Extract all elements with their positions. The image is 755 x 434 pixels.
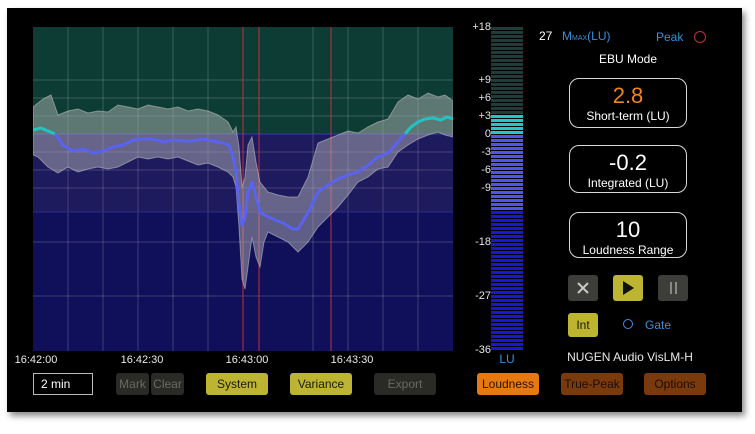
short-term-readout: 2.8 Short-term (LU) <box>569 78 687 128</box>
export-button[interactable]: Export <box>374 373 436 395</box>
integrated-label: Integrated (LU) <box>587 176 669 190</box>
scale-label: -3 <box>481 146 491 158</box>
gate-radio[interactable] <box>623 319 633 329</box>
integrated-readout: -0.2 Integrated (LU) <box>569 145 687 193</box>
int-button[interactable]: Int <box>568 313 598 337</box>
system-button[interactable]: System <box>206 373 268 395</box>
short-term-value: 2.8 <box>612 83 644 108</box>
options-tab[interactable]: Options <box>644 373 706 395</box>
max-momentary-label: MMAX(LU) <box>562 29 611 43</box>
product-name: NUGEN Audio VisLM-H <box>567 350 693 364</box>
true-peak-tab[interactable]: True-Peak <box>561 373 623 395</box>
play-icon <box>623 281 634 295</box>
variance-button[interactable]: Variance <box>290 373 352 395</box>
time-tick-label: 16:43:30 <box>330 354 374 366</box>
bar-unit-label: LU <box>499 352 515 366</box>
scale-label: 0 <box>484 128 491 140</box>
scale-label: +18 <box>472 21 491 33</box>
gate-label: Gate <box>645 318 672 332</box>
loudness-history-graph <box>33 27 453 351</box>
scale-label: -9 <box>481 182 491 194</box>
mark-button[interactable]: Mark <box>116 373 149 395</box>
scale-label: -6 <box>481 164 491 176</box>
loudness-range-readout: 10 Loudness Range <box>569 212 687 258</box>
integrated-value: -0.2 <box>609 150 647 175</box>
scale-label: +3 <box>478 110 491 122</box>
peak-indicator-icon[interactable] <box>694 31 706 43</box>
loudness-range-label: Loudness Range <box>582 243 674 257</box>
reset-button[interactable] <box>568 275 598 301</box>
loudness-tab[interactable]: Loudness <box>477 373 539 395</box>
max-momentary-value: 27 <box>539 29 553 43</box>
short-term-bar-meter <box>491 27 523 351</box>
pause-button[interactable] <box>658 275 688 301</box>
mode-label: EBU Mode <box>598 52 658 66</box>
time-tick-label: 16:42:30 <box>120 354 164 366</box>
pause-icon <box>670 282 677 294</box>
close-icon <box>577 282 589 294</box>
clear-button[interactable]: Clear <box>151 373 184 395</box>
loudness-range-value: 10 <box>615 217 641 242</box>
time-range-field[interactable]: 2 min <box>33 373 93 395</box>
time-tick-label: 16:42:00 <box>14 354 58 366</box>
scale-label: -18 <box>475 236 491 248</box>
peak-label: Peak <box>656 30 684 44</box>
time-tick-label: 16:43:00 <box>225 354 269 366</box>
scale-label: -27 <box>475 290 491 302</box>
scale-label: +6 <box>478 92 491 104</box>
scale-label: +9 <box>478 74 491 86</box>
scale-label: -36 <box>475 344 491 356</box>
play-button[interactable] <box>613 275 643 301</box>
history-graph-canvas <box>33 27 453 351</box>
short-term-label: Short-term (LU) <box>586 109 670 123</box>
